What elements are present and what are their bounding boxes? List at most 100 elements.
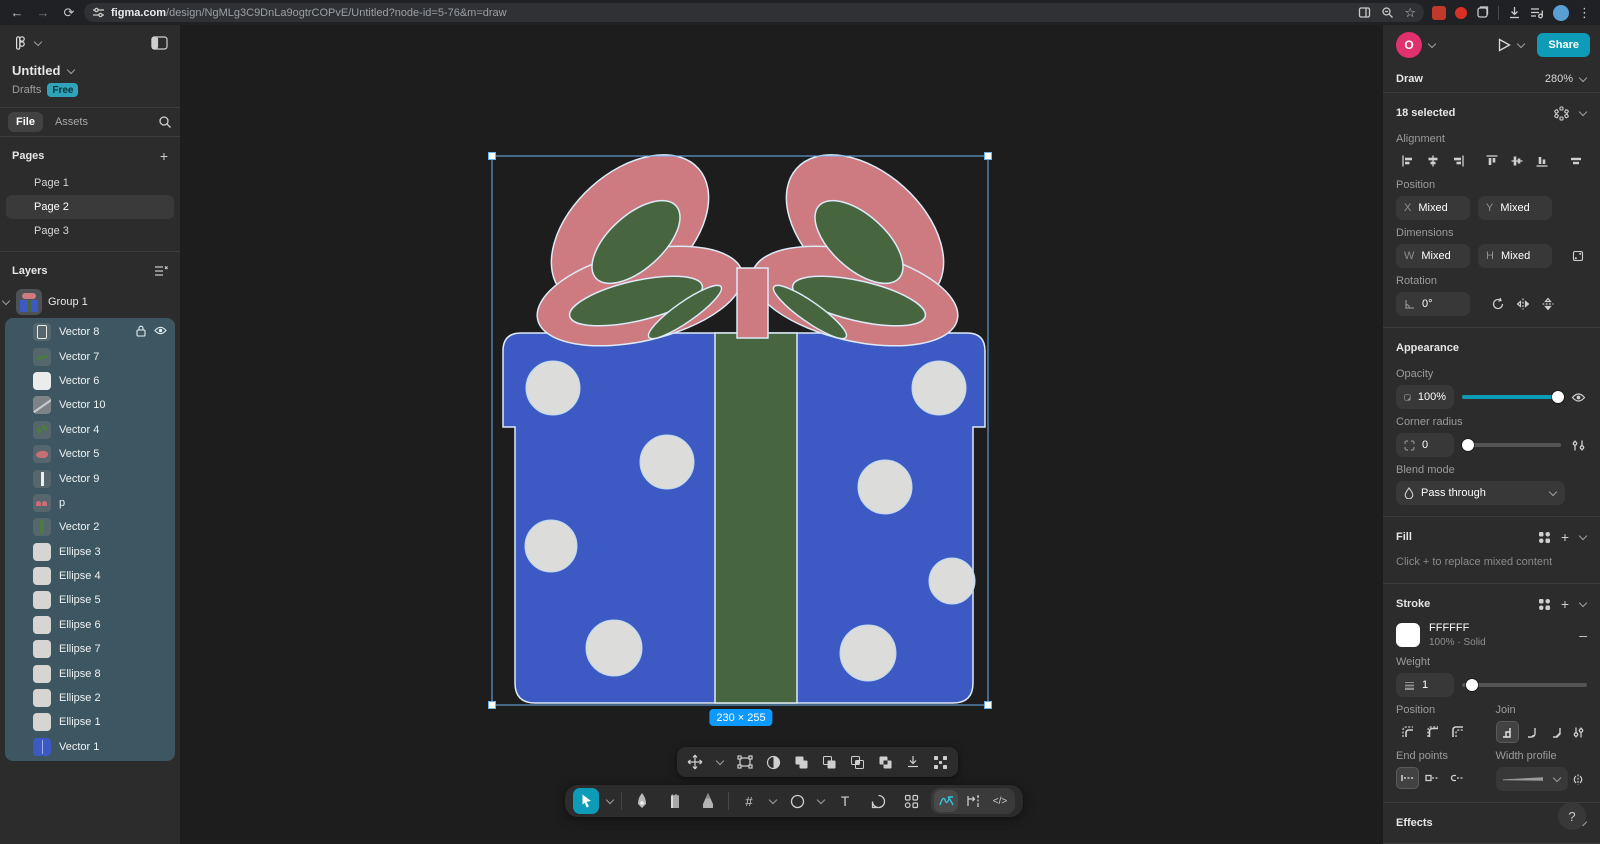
help-button[interactable]: ? xyxy=(1558,802,1586,830)
endpoint-none-icon[interactable] xyxy=(1396,767,1419,790)
corner-radius-slider[interactable] xyxy=(1461,439,1561,451)
chevron-down-icon[interactable] xyxy=(34,39,42,47)
y-position-field[interactable]: Y Mixed xyxy=(1478,196,1552,220)
add-stroke-icon[interactable]: + xyxy=(1561,596,1569,612)
layer-row-ellipse-3[interactable]: Ellipse 3 xyxy=(5,540,175,564)
bookmark-star-icon[interactable]: ☆ xyxy=(1404,5,1416,21)
layer-row-vector-9[interactable]: Vector 9 xyxy=(5,466,175,490)
stroke-weight-field[interactable]: 1 xyxy=(1396,673,1454,698)
sticker-actions-icon[interactable] xyxy=(1554,105,1569,121)
eye-icon[interactable] xyxy=(154,326,167,338)
stroke-center-icon[interactable] xyxy=(1421,721,1444,743)
stroke-weight-slider[interactable] xyxy=(1462,679,1587,692)
dev-mode-button[interactable]: </> xyxy=(988,790,1012,812)
join-round-icon[interactable] xyxy=(1521,721,1544,743)
dot-shape[interactable] xyxy=(911,360,967,416)
sidebar-item-page-2[interactable]: Page 2 xyxy=(6,195,174,219)
share-button[interactable]: Share xyxy=(1537,33,1590,57)
width-field[interactable]: W Mixed xyxy=(1396,244,1470,268)
chevron-down-icon[interactable] xyxy=(67,67,75,75)
blend-mode-dropdown[interactable]: Pass through xyxy=(1396,481,1565,505)
rotation-field[interactable]: 0° xyxy=(1396,292,1470,316)
present-play-icon[interactable] xyxy=(1498,38,1512,52)
gift-artwork[interactable] xyxy=(180,25,1383,844)
chevron-down-icon[interactable] xyxy=(769,797,777,805)
comment-tool[interactable] xyxy=(865,788,891,814)
align-bottom-icon[interactable] xyxy=(1530,150,1553,172)
corner-radius-field[interactable]: 0 xyxy=(1396,433,1454,457)
dot-shape[interactable] xyxy=(524,519,578,573)
user-avatar[interactable]: O xyxy=(1396,32,1422,58)
sidebar-item-page-3[interactable]: Page 3 xyxy=(6,219,174,243)
flatten-icon[interactable] xyxy=(906,755,920,770)
tab-file[interactable]: File xyxy=(8,112,43,132)
dot-shape[interactable] xyxy=(839,624,897,682)
layer-row-vector-8[interactable]: Vector 8 xyxy=(5,320,175,344)
toggle-panel-icon[interactable] xyxy=(151,36,168,50)
layer-row-ellipse-5[interactable]: Ellipse 5 xyxy=(5,588,175,612)
marker-tool[interactable] xyxy=(662,788,688,814)
add-fill-icon[interactable]: + xyxy=(1561,529,1569,545)
layer-row-ellipse-4[interactable]: Ellipse 4 xyxy=(5,564,175,588)
styles-grid-icon[interactable] xyxy=(1538,531,1551,544)
selection-handle-bottom-left[interactable] xyxy=(488,701,496,709)
layers-filter-icon[interactable] xyxy=(154,265,168,277)
width-profile-dropdown[interactable] xyxy=(1495,767,1568,792)
dot-shape[interactable] xyxy=(928,557,976,605)
dot-shape[interactable] xyxy=(639,434,695,490)
draw-mode-button[interactable] xyxy=(934,790,958,812)
layer-row-vector-7[interactable]: Vector 7 xyxy=(5,344,175,368)
side-panel-icon[interactable] xyxy=(1358,6,1371,19)
align-right-icon[interactable] xyxy=(1446,150,1469,172)
join-bevel-icon[interactable] xyxy=(1546,721,1569,743)
edit-vector-icon[interactable] xyxy=(687,754,703,770)
layer-row-vector-10[interactable]: Vector 10 xyxy=(5,393,175,417)
layer-row-ellipse-1[interactable]: Ellipse 1 xyxy=(5,710,175,734)
lock-icon[interactable] xyxy=(136,325,146,340)
x-position-field[interactable]: X Mixed xyxy=(1396,196,1470,220)
stroke-outside-icon[interactable] xyxy=(1446,721,1469,743)
tab-assets[interactable]: Assets xyxy=(47,112,96,132)
endpoint-square-icon[interactable] xyxy=(1421,767,1444,789)
chevron-down-icon[interactable] xyxy=(1579,533,1587,541)
align-v-center-icon[interactable] xyxy=(1505,150,1528,172)
styles-grid-icon[interactable] xyxy=(1538,598,1551,611)
zoom-level[interactable]: 280% xyxy=(1545,73,1573,85)
pencil-tool[interactable] xyxy=(695,788,721,814)
chevron-down-icon[interactable] xyxy=(606,797,614,805)
boolean-exclude-icon[interactable] xyxy=(878,755,893,770)
add-page-icon[interactable]: + xyxy=(160,148,168,164)
independent-corners-icon[interactable] xyxy=(1572,439,1585,452)
chevron-down-icon[interactable] xyxy=(1579,109,1587,117)
layer-row-ellipse-7[interactable]: Ellipse 7 xyxy=(5,637,175,661)
rotate-90-icon[interactable] xyxy=(1486,293,1509,315)
chevron-down-icon[interactable] xyxy=(1428,41,1436,49)
stroke-color-swatch[interactable] xyxy=(1396,623,1420,648)
opacity-field[interactable]: 100% xyxy=(1396,385,1454,409)
layer-row-p[interactable]: p xyxy=(5,491,175,515)
selection-handle-top-left[interactable] xyxy=(488,152,496,160)
layer-row-ellipse-2[interactable]: Ellipse 2 xyxy=(5,686,175,710)
height-field[interactable]: H Mixed xyxy=(1478,244,1552,268)
flip-vertical-icon[interactable] xyxy=(1536,293,1559,315)
layer-row-vector-4[interactable]: Vector 4 xyxy=(5,418,175,442)
chevron-down-icon[interactable] xyxy=(817,797,825,805)
record-extension-icon[interactable] xyxy=(1455,6,1467,19)
boolean-union-icon[interactable] xyxy=(794,755,809,770)
playlist-icon[interactable] xyxy=(1530,7,1544,19)
extension-icon[interactable] xyxy=(1432,5,1446,20)
browser-menu-icon[interactable]: ⋮ xyxy=(1578,5,1591,21)
layer-row-vector-2[interactable]: Vector 2 xyxy=(5,515,175,539)
file-location[interactable]: Drafts xyxy=(12,84,41,96)
chevron-down-icon[interactable] xyxy=(1579,600,1587,608)
dot-shape[interactable] xyxy=(857,459,913,515)
stroke-inside-icon[interactable] xyxy=(1396,721,1419,743)
chevron-down-icon[interactable] xyxy=(716,758,724,766)
browser-back-icon[interactable]: ← xyxy=(6,5,28,20)
zoom-page-icon[interactable] xyxy=(1381,6,1394,19)
selection-handle-top-right[interactable] xyxy=(984,152,992,160)
search-icon[interactable] xyxy=(158,115,172,129)
boolean-intersect-icon[interactable] xyxy=(850,755,865,770)
layer-row-vector-6[interactable]: Vector 6 xyxy=(5,369,175,393)
frame-tool[interactable]: # xyxy=(736,788,762,814)
